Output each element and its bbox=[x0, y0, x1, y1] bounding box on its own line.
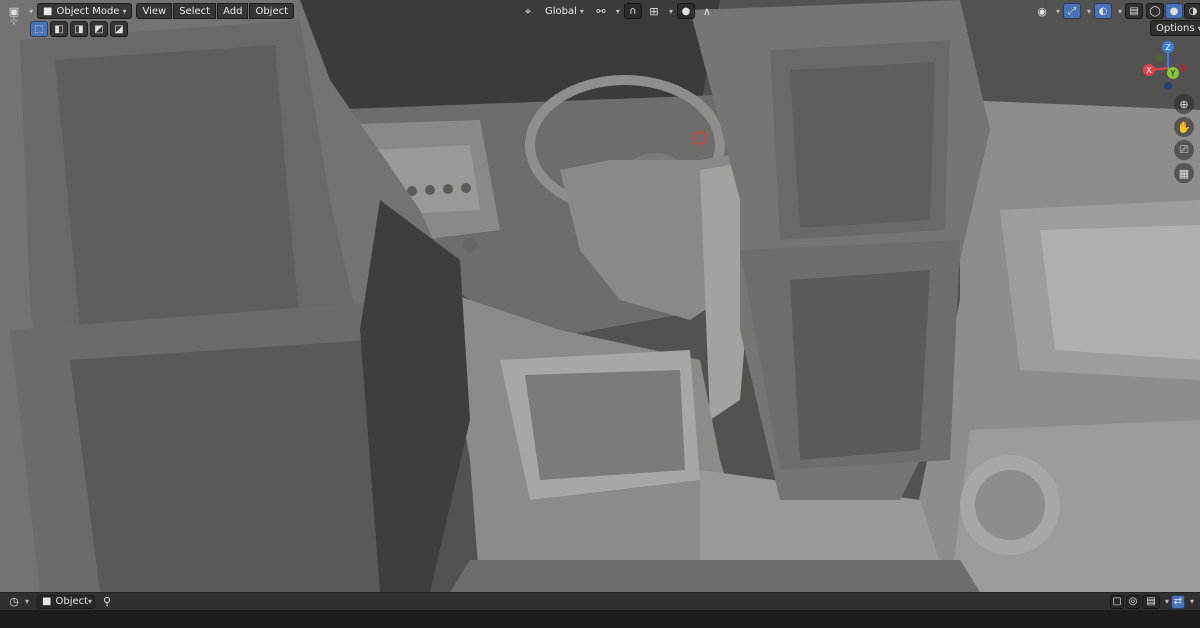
select-box-icon[interactable]: ⬚ bbox=[30, 21, 48, 37]
scene-render bbox=[0, 0, 1200, 592]
chevron-down-icon: ▾ bbox=[29, 6, 34, 16]
mode-label: Object Mode bbox=[56, 5, 120, 17]
pin-icon[interactable]: ⚲ bbox=[99, 594, 115, 610]
wireframe-shading-icon[interactable]: ◯ bbox=[1146, 3, 1165, 19]
chevron-down-icon: ▾ bbox=[1164, 597, 1169, 606]
filter-icon[interactable]: ▢ bbox=[1109, 594, 1124, 609]
gizmo-toggle-icon[interactable]: ⤢ bbox=[1063, 3, 1082, 19]
chevron-down-icon: ▾ bbox=[1087, 6, 1092, 16]
menu-add[interactable]: Add bbox=[217, 3, 249, 19]
cube-icon: ■ bbox=[42, 596, 52, 607]
transform-orientation-label: Global bbox=[545, 5, 577, 17]
cube-icon: ■ bbox=[43, 5, 53, 17]
pivot-icon[interactable]: ⚯ bbox=[593, 3, 609, 19]
solid-shading-icon[interactable]: ● bbox=[1165, 3, 1184, 19]
navigation-gizmo[interactable]: Z X Y bbox=[1138, 38, 1198, 98]
viewport-footer: ◷ ▾ ■ Object ▾ ⚲ ▢ ◎ ▤ ▾ ⇄ ▾ bbox=[0, 592, 1200, 610]
cursor-tool-icon[interactable]: ⊹ bbox=[6, 14, 22, 30]
shading-modes: ◯ ● ◑ ◕ bbox=[1146, 3, 1200, 19]
overlay-toggle-icon[interactable]: ◐ bbox=[1094, 3, 1113, 19]
chevron-down-icon: ▾ bbox=[88, 597, 93, 606]
proportional-icon[interactable]: ● bbox=[676, 3, 695, 19]
chevron-down-icon: ▾ bbox=[1056, 6, 1061, 16]
gizmo-axis-y: Y bbox=[1170, 69, 1176, 78]
options-label: Options bbox=[1156, 22, 1195, 34]
hand-icon[interactable]: ✋ bbox=[1174, 117, 1194, 137]
object-context-dropdown[interactable]: ■ Object ▾ bbox=[37, 594, 96, 609]
chevron-down-icon: ▾ bbox=[1189, 597, 1194, 606]
lower-editor-region bbox=[0, 610, 1200, 628]
chevron-down-icon: ▾ bbox=[579, 6, 584, 16]
orientation-icon[interactable]: ⌖ bbox=[520, 3, 536, 19]
camera-icon[interactable]: ⎚ bbox=[1174, 140, 1194, 160]
chevron-down-icon: ▾ bbox=[25, 597, 30, 606]
3d-viewport[interactable]: ▣ ▾ ■ Object Mode ▾ View Select Add Obje… bbox=[0, 0, 1200, 592]
select-extend-icon[interactable]: ◧ bbox=[50, 21, 68, 37]
select-invert-icon[interactable]: ◩ bbox=[90, 21, 108, 37]
zoom-icon[interactable]: ⊕ bbox=[1174, 94, 1194, 114]
mode-dropdown[interactable]: ■ Object Mode ▾ bbox=[37, 3, 133, 19]
select-intersect-icon[interactable]: ◪ bbox=[110, 21, 128, 37]
chevron-down-icon: ▾ bbox=[668, 6, 673, 16]
chevron-down-icon: ▾ bbox=[1118, 6, 1123, 16]
gizmo-axis-z: Z bbox=[1165, 43, 1171, 52]
material-shading-icon[interactable]: ◑ bbox=[1184, 3, 1200, 19]
select-subtract-icon[interactable]: ◨ bbox=[70, 21, 88, 37]
object-context-label: Object bbox=[55, 596, 89, 607]
editor-type-icon[interactable]: ◷ bbox=[6, 594, 22, 610]
transform-orientation-dropdown[interactable]: Global ▾ bbox=[540, 3, 589, 19]
chevron-down-icon: ▾ bbox=[122, 6, 127, 16]
grid-icon[interactable]: ▦ bbox=[1174, 163, 1194, 183]
link-icon[interactable]: ◎ bbox=[1125, 594, 1140, 609]
chevron-down-icon: ▾ bbox=[615, 6, 620, 16]
menu-view[interactable]: View bbox=[136, 3, 173, 19]
xray-icon[interactable]: ▤ bbox=[1125, 3, 1144, 19]
options-dropdown[interactable]: Options ▾ bbox=[1150, 20, 1200, 36]
falloff-icon[interactable]: ∧ bbox=[699, 3, 715, 19]
menu-object[interactable]: Object bbox=[249, 3, 295, 19]
visibility-icon[interactable]: ◉ bbox=[1034, 3, 1050, 19]
sync-icon[interactable]: ⇄ bbox=[1170, 594, 1185, 609]
snap-target-icon[interactable]: ⊞ bbox=[646, 3, 662, 19]
menu-select[interactable]: Select bbox=[173, 3, 217, 19]
display-mode-icon[interactable]: ▤ bbox=[1141, 594, 1160, 609]
gizmo-axis-x: X bbox=[1146, 66, 1152, 75]
magnet-icon[interactable]: ∩ bbox=[623, 3, 642, 19]
header-menus: View Select Add Object bbox=[136, 3, 295, 19]
